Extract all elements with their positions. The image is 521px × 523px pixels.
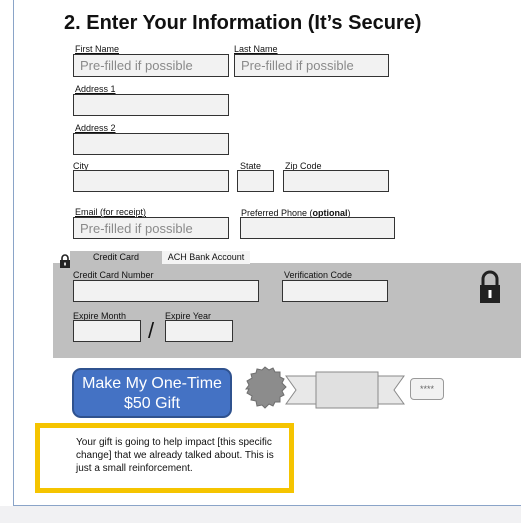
make-gift-button[interactable]: Make My One-Time $50 Gift: [72, 368, 232, 418]
address2-label: Address 2: [75, 123, 116, 133]
verification-code-label: Verification Code: [284, 270, 353, 280]
email-field[interactable]: Pre-filled if possible: [73, 217, 229, 239]
make-gift-button-line2: $50 Gift: [123, 395, 181, 412]
last-name-placeholder: Pre-filled if possible: [241, 58, 354, 73]
zip-field[interactable]: [283, 170, 389, 192]
address2-field[interactable]: [73, 133, 229, 155]
first-name-label: First Name: [75, 44, 120, 54]
phone-field[interactable]: [240, 217, 395, 239]
tab-ach-bank-account[interactable]: ACH Bank Account: [162, 251, 250, 264]
expire-separator: /: [148, 318, 155, 343]
section-title: 2. Enter Your Information (It’s Secure): [64, 12, 422, 34]
callout-note-text: Your gift is going to help impact [this …: [76, 437, 274, 474]
make-gift-button-line1: Make My One-Time: [82, 375, 222, 392]
email-placeholder: Pre-filled if possible: [80, 221, 193, 236]
first-name-field[interactable]: Pre-filled if possible: [73, 54, 229, 77]
first-name-placeholder: Pre-filled if possible: [80, 58, 193, 73]
verification-code-field[interactable]: [282, 280, 388, 302]
card-number-field[interactable]: [73, 280, 259, 302]
footer-band: [0, 506, 521, 523]
masked-badge: ****: [410, 378, 444, 400]
expire-month-field[interactable]: [73, 320, 141, 342]
last-name-label: Last Name: [234, 44, 278, 54]
address1-label: Address 1: [75, 84, 116, 94]
address1-field[interactable]: [73, 94, 229, 116]
last-name-field[interactable]: Pre-filled if possible: [234, 54, 389, 77]
email-label: Email (for receipt): [75, 207, 147, 217]
expire-year-field[interactable]: [165, 320, 233, 342]
tab-credit-card[interactable]: Credit Card: [70, 251, 162, 264]
security-seal-icon: [244, 366, 406, 412]
page-border-left: [13, 0, 14, 505]
city-field[interactable]: [73, 170, 229, 192]
large-lock-icon: [479, 270, 501, 303]
callout-note: Your gift is going to help impact [this …: [35, 423, 294, 493]
state-field[interactable]: [237, 170, 274, 192]
card-number-label: Credit Card Number: [73, 270, 154, 280]
